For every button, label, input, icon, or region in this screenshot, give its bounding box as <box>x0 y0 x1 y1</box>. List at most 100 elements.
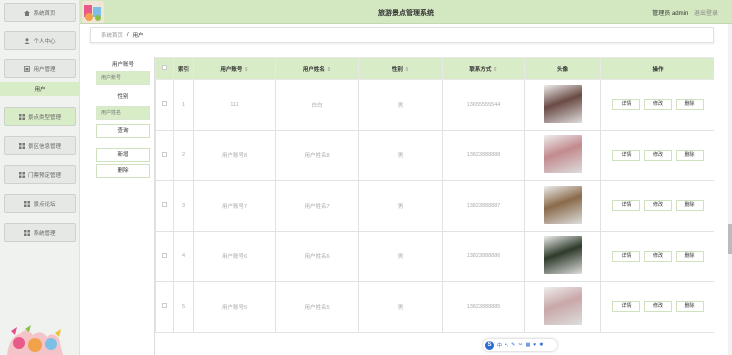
cell-name: 用户姓名6 <box>275 230 359 282</box>
top-header: 旅游景点管理系统 管理员 admin 退出登录 <box>80 0 732 24</box>
person-icon <box>24 37 30 44</box>
column-header-label: 操作 <box>652 66 664 73</box>
cell-gender: 男 <box>358 129 443 181</box>
home-icon <box>24 10 31 16</box>
sidebar-item-home[interactable]: 系统首页 <box>4 3 76 22</box>
cell-actions: 详情 修改 删除 <box>600 129 714 181</box>
delete-batch-button[interactable]: 删除 <box>96 164 150 178</box>
avatar-image <box>543 135 582 174</box>
cell-index: 3 <box>173 180 194 232</box>
sort-icon: ⇕ <box>492 66 498 73</box>
delete-button[interactable]: 删除 <box>675 250 704 262</box>
delete-button[interactable]: 删除 <box>675 200 704 212</box>
sidebar-item-label: 系统管理 <box>33 230 56 237</box>
cell-name: 用户姓名5 <box>275 281 359 333</box>
user-manage-icon <box>24 65 31 72</box>
punctuation-icon[interactable]: •, <box>505 342 508 348</box>
edit-button[interactable]: 修改 <box>644 149 672 161</box>
breadcrumb-separator: / <box>127 32 129 38</box>
column-header-label: 用户姓名 <box>302 66 325 73</box>
cell-avatar <box>524 180 601 232</box>
grid-icon <box>18 142 25 149</box>
row-checkbox[interactable] <box>155 79 174 131</box>
column-header-name[interactable]: 用户姓名 ⇕ <box>275 57 359 80</box>
table-row: 2 用户账号8 用户姓名8 男 13823888888 详情 修改 删除 <box>155 129 714 181</box>
logout-link[interactable]: 退出登录 <box>694 11 718 17</box>
scrollbar-thumb[interactable] <box>728 224 732 254</box>
sidebar-subitem-user[interactable]: 用户 <box>0 82 80 96</box>
cell-phone: 13823888886 <box>442 230 525 282</box>
sidebar-item-scenic-type[interactable]: 景点类型管理 <box>4 107 76 126</box>
edit-button[interactable]: 修改 <box>644 250 672 262</box>
sidebar-item-ticket[interactable]: 门票预定管理 <box>4 165 76 184</box>
select-all-checkbox[interactable] <box>155 57 174 80</box>
detail-button[interactable]: 详情 <box>612 149 641 161</box>
account-label: 用户账号 <box>111 62 134 68</box>
delete-button[interactable]: 删除 <box>675 149 704 161</box>
detail-button[interactable]: 详情 <box>612 250 641 262</box>
page-scrollbar[interactable] <box>728 24 732 355</box>
cell-actions: 详情 修改 删除 <box>600 180 714 232</box>
row-checkbox[interactable] <box>155 281 174 333</box>
cell-phone: 13823888887 <box>442 180 525 232</box>
breadcrumb-home[interactable]: 系统首页 <box>101 31 123 39</box>
cell-account: 用户账号6 <box>193 230 276 282</box>
cell-name: 用户姓名8 <box>275 129 359 181</box>
row-checkbox[interactable] <box>155 230 174 282</box>
grid-icon <box>24 229 31 236</box>
sidebar-item-profile[interactable]: 个人中心 <box>4 31 76 50</box>
sidebar-item-label: 用户管理 <box>33 66 56 73</box>
sidebar-item-system[interactable]: 系统管理 <box>4 223 76 242</box>
detail-button[interactable]: 详情 <box>612 99 641 111</box>
cell-gender: 男 <box>358 230 443 282</box>
sort-icon: ⇕ <box>404 66 410 73</box>
cell-index: 1 <box>173 79 194 131</box>
query-button[interactable]: 查询 <box>96 124 150 138</box>
add-button[interactable]: 新增 <box>96 148 150 162</box>
cell-index: 5 <box>173 281 194 333</box>
ime-mode-label[interactable]: 中 <box>497 342 502 349</box>
decorative-logo <box>3 323 77 355</box>
sidebar-item-forum[interactable]: 景点论坛 <box>4 194 76 213</box>
sidebar: 系统首页 个人中心 用户管理 用户 景点类型管理 景区信息管理 门票预定管理 景… <box>0 0 80 355</box>
delete-button[interactable]: 删除 <box>675 99 704 111</box>
name-search-input[interactable] <box>96 106 150 120</box>
table-row: 5 用户账号5 用户姓名5 男 13823888885 详情 修改 删除 <box>155 281 714 333</box>
row-checkbox[interactable] <box>155 180 174 232</box>
shirt-icon[interactable]: ♥ <box>533 342 536 348</box>
edit-button[interactable]: 修改 <box>644 99 672 111</box>
edit-button[interactable]: 修改 <box>644 200 672 212</box>
column-header-gender[interactable]: 性别 ⇕ <box>358 57 443 80</box>
table-row: 4 用户账号6 用户姓名6 男 13823888886 详情 修改 删除 <box>155 230 714 282</box>
delete-button[interactable]: 删除 <box>675 301 704 313</box>
column-header-account[interactable]: 用户账号 ⇕ <box>193 57 276 80</box>
grid-icon[interactable]: ▦ <box>526 342 531 348</box>
sidebar-item-scenic-info[interactable]: 景区信息管理 <box>4 136 76 155</box>
column-header-label: 头像 <box>556 66 568 73</box>
column-header: 索引 <box>173 57 194 80</box>
column-header-label: 联系方式 <box>469 66 492 73</box>
row-checkbox[interactable] <box>155 129 174 181</box>
settings-icon[interactable]: ✱ <box>539 342 543 348</box>
column-header-actions: 操作 <box>600 57 714 80</box>
avatar-image <box>543 84 582 123</box>
table-header-row: 索引 用户账号 ⇕ 用户姓名 ⇕ 性别 ⇕ 联系方式 ⇕ 头像 操作 <box>155 57 714 80</box>
cell-account: 111 <box>193 79 276 131</box>
floating-ime-toolbar[interactable]: S 中 •, ✎ ✂ ▦ ♥ ✱ <box>483 339 557 351</box>
edit-button[interactable]: 修改 <box>644 301 672 313</box>
cell-actions: 详情 修改 删除 <box>600 230 714 282</box>
cell-phone: 13823888888 <box>442 129 525 181</box>
detail-button[interactable]: 详情 <box>612 301 641 313</box>
scissors-icon[interactable]: ✂ <box>518 342 522 348</box>
account-search-input[interactable] <box>96 71 150 85</box>
detail-button[interactable]: 详情 <box>612 200 641 212</box>
cell-account: 用户账号5 <box>193 281 276 333</box>
gender-select[interactable]: 性别 <box>96 90 150 104</box>
pen-icon[interactable]: ✎ <box>511 342 515 348</box>
column-header-phone[interactable]: 联系方式 ⇕ <box>442 57 525 80</box>
sidebar-item-user-manage[interactable]: 用户管理 <box>4 59 76 78</box>
sidebar-item-label: 门票预定管理 <box>27 172 61 179</box>
cell-index: 4 <box>173 230 194 282</box>
avatar-image <box>543 286 582 325</box>
cell-avatar <box>524 230 601 282</box>
